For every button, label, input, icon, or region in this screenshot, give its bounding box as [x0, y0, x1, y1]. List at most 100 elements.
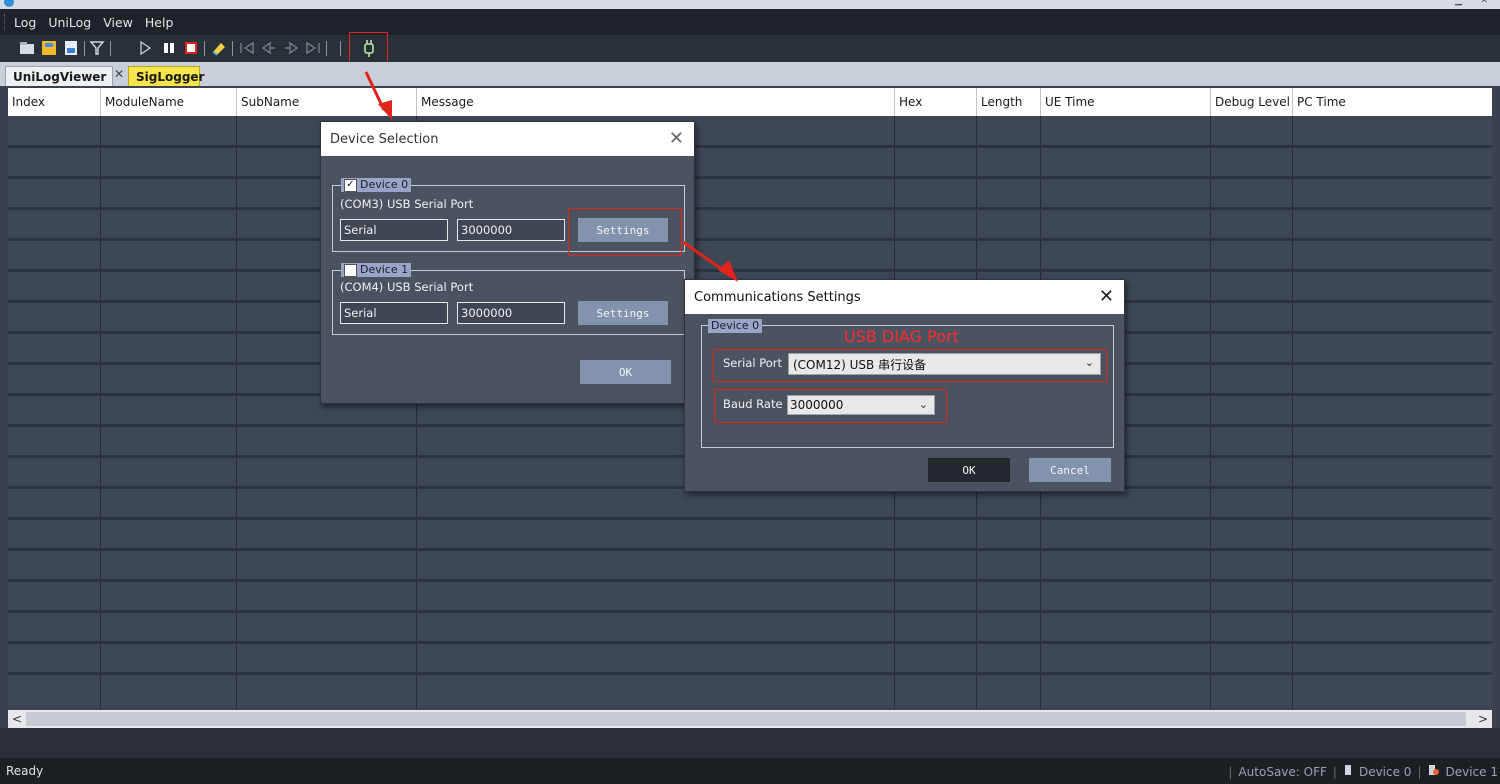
grid-row-line [8, 641, 1492, 644]
last-icon[interactable] [304, 39, 322, 57]
comm-settings-title: Communications Settings [685, 280, 1124, 314]
device-connect-highlight [349, 32, 388, 65]
baud-rate-value: 3000000 [790, 398, 844, 412]
play-icon[interactable] [136, 39, 154, 57]
baud-rate-label: Baud Rate [723, 397, 783, 411]
column-message[interactable]: Message [417, 88, 895, 116]
prev-icon[interactable] [260, 39, 278, 57]
clear-icon[interactable] [210, 39, 228, 57]
device-1-legend[interactable]: Device 1 [341, 263, 412, 277]
column-ue-time[interactable]: UE Time [1041, 88, 1211, 116]
open-log-icon[interactable] [18, 39, 36, 57]
comm-device-legend: Device 0 [708, 319, 763, 333]
device-0-group: ✓ Device 0 (COM3) USB Serial Port Serial… [332, 178, 685, 256]
close-dialog-icon[interactable]: ✕ [669, 128, 684, 149]
first-icon[interactable] [238, 39, 256, 57]
status-device0: Device 0 [1358, 764, 1412, 779]
comm-device-group: Device 0 USB DIAG Port Serial Port (COM1… [701, 319, 1114, 448]
serial-port-label: Serial Port [723, 356, 782, 370]
device-0-checkbox[interactable]: ✓ [344, 178, 357, 192]
app-icon [4, 0, 14, 7]
grid-row-line [8, 517, 1492, 520]
comm-cancel-button[interactable]: Cancel [1029, 458, 1111, 482]
status-autosave: AutoSave: OFF [1238, 764, 1327, 779]
grid-row-line [8, 145, 1492, 148]
grid-column-line [236, 116, 237, 708]
device-0-baud-field[interactable]: 3000000 [457, 219, 565, 241]
baud-rate-select[interactable]: 3000000 ⌄ [787, 395, 935, 415]
menu-unilog[interactable]: UniLog [42, 15, 97, 30]
toolbar-separator [84, 41, 85, 56]
status-ready: Ready [6, 764, 44, 778]
close-tab-icon[interactable]: ✕ [114, 67, 124, 81]
device-1-checkbox[interactable] [344, 263, 357, 277]
stop-icon[interactable] [182, 39, 200, 57]
comm-ok-button[interactable]: OK [928, 458, 1010, 482]
grid-column-line [100, 116, 101, 708]
grid-row-line [8, 176, 1492, 179]
tab-siglogger[interactable]: SigLogger [128, 66, 204, 86]
scroll-thumb[interactable] [26, 712, 1466, 726]
grid-column-line [1292, 116, 1293, 708]
device-0-label: Device 0 [360, 178, 409, 191]
device-1-label: Device 1 [360, 263, 409, 276]
menu-view[interactable]: View [97, 15, 139, 30]
device-1-type-field[interactable]: Serial [340, 302, 448, 324]
export-icon[interactable] [62, 39, 80, 57]
tab-unilogviewer[interactable]: UniLogViewer [5, 66, 113, 86]
close-comm-dialog-icon[interactable]: ✕ [1099, 286, 1114, 307]
title-bar: ▁ ✕ [0, 0, 1500, 9]
grid-column-line [1210, 116, 1211, 708]
minimize-icon[interactable]: ▁ [1455, 0, 1462, 6]
device-1-baud-field[interactable]: 3000000 [457, 302, 565, 324]
scroll-right-icon[interactable]: > [1474, 710, 1492, 728]
pause-icon[interactable] [160, 39, 178, 57]
serial-port-select[interactable]: (COM12) USB 串行设备 ⌄ [788, 353, 1101, 375]
column-length[interactable]: Length [977, 88, 1041, 116]
column-pc-time[interactable]: PC Time [1293, 88, 1492, 116]
menu-log[interactable]: Log [8, 15, 42, 30]
device-1-settings-button[interactable]: Settings [578, 301, 668, 325]
column-hex[interactable]: Hex [895, 88, 977, 116]
device-1-port: (COM4) USB Serial Port [340, 280, 474, 294]
device0-status-icon [1343, 764, 1353, 779]
toolbar-separator [204, 41, 205, 56]
status-device1: Device 1 [1445, 764, 1499, 779]
device1-status-icon [1428, 764, 1440, 779]
column-subname[interactable]: SubName [237, 88, 417, 116]
column-index[interactable]: Index [8, 88, 101, 116]
chevron-down-icon[interactable]: ⌄ [919, 398, 928, 411]
grid-row-line [8, 548, 1492, 551]
status-bar: Ready | AutoSave: OFF | Device 0 | Devic… [0, 758, 1500, 784]
filter-icon[interactable] [88, 39, 106, 57]
toolbar-separator [110, 41, 111, 56]
device-1-group: Device 1 (COM4) USB Serial Port Serial 3… [332, 263, 685, 335]
grid-row-line [8, 610, 1492, 613]
grid-row-line [8, 207, 1492, 210]
column-debug-level[interactable]: Debug Level [1211, 88, 1293, 116]
device-0-legend[interactable]: ✓ Device 0 [341, 178, 412, 192]
next-icon[interactable] [282, 39, 300, 57]
menu-bar: Log UniLog View Help [0, 9, 1500, 35]
chevron-down-icon[interactable]: ⌄ [1085, 356, 1094, 369]
grid-header: Index ModuleName SubName Message Hex Len… [8, 88, 1492, 116]
device-selection-title: Device Selection [321, 122, 694, 156]
toolbar-separator [326, 41, 327, 56]
scroll-left-icon[interactable]: < [8, 710, 26, 728]
status-right: | AutoSave: OFF | Device 0 | Device 1 [1228, 764, 1498, 779]
usb-diag-annotation: USB DIAG Port [844, 327, 959, 346]
device-selection-ok-button[interactable]: OK [580, 360, 671, 384]
tab-bar: UniLogViewer ✕ SigLogger [0, 62, 1500, 86]
menu-help[interactable]: Help [139, 15, 180, 30]
communications-settings-dialog: Communications Settings ✕ Device 0 USB D… [684, 279, 1125, 492]
column-modulename[interactable]: ModuleName [101, 88, 237, 116]
bottom-panel [0, 728, 1500, 758]
horizontal-scrollbar[interactable]: < > [8, 710, 1492, 728]
serial-port-value: (COM12) USB 串行设备 [793, 357, 927, 372]
save-log-icon[interactable] [40, 39, 58, 57]
device-0-type-field[interactable]: Serial [340, 219, 448, 241]
grid-row-line [8, 238, 1492, 241]
grid-row-line [8, 672, 1492, 675]
toolbar-separator [340, 41, 341, 56]
close-window-icon[interactable]: ✕ [1480, 0, 1488, 6]
